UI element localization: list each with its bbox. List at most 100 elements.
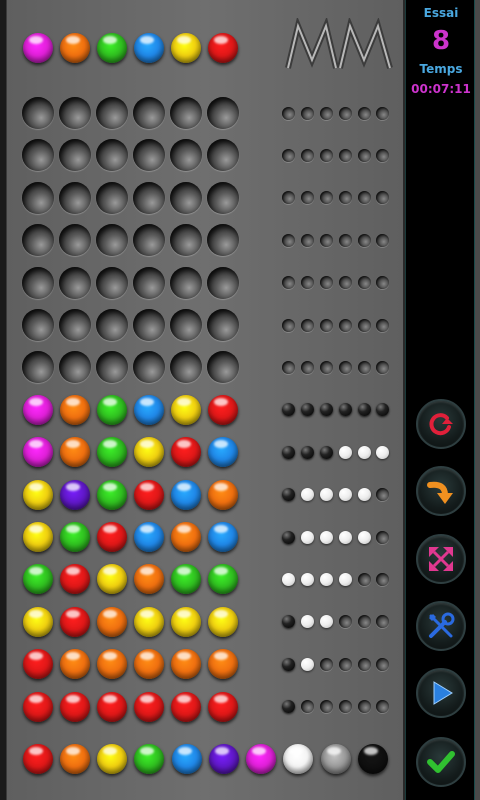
guess-peg[interactable] <box>60 649 90 680</box>
empty-peg-hole[interactable] <box>22 309 54 341</box>
guess-peg[interactable] <box>97 522 127 552</box>
guess-peg[interactable] <box>134 606 164 637</box>
palette-peg-purple[interactable] <box>209 744 239 774</box>
undo-button[interactable] <box>416 466 466 516</box>
secret-peg[interactable] <box>23 33 53 63</box>
guess-peg[interactable] <box>171 691 201 722</box>
play-button[interactable] <box>416 668 466 718</box>
empty-peg-hole[interactable] <box>133 309 165 341</box>
guess-peg[interactable] <box>60 479 90 510</box>
guess-peg[interactable] <box>134 522 164 552</box>
empty-peg-hole[interactable] <box>207 224 239 257</box>
guess-peg[interactable] <box>171 564 201 595</box>
empty-peg-hole[interactable] <box>207 309 239 341</box>
empty-peg-hole[interactable] <box>170 224 202 257</box>
guess-peg[interactable] <box>208 394 238 425</box>
empty-peg-hole[interactable] <box>59 97 91 129</box>
guess-peg[interactable] <box>171 606 201 637</box>
palette-peg-orange[interactable] <box>60 744 90 774</box>
secret-peg[interactable] <box>171 33 201 63</box>
guess-peg[interactable] <box>208 437 238 468</box>
empty-peg-hole[interactable] <box>170 181 202 214</box>
guess-peg[interactable] <box>208 522 238 552</box>
empty-peg-hole[interactable] <box>22 351 54 384</box>
validate-button[interactable] <box>416 737 466 787</box>
empty-peg-hole[interactable] <box>96 224 128 257</box>
empty-peg-hole[interactable] <box>133 224 165 257</box>
empty-peg-hole[interactable] <box>170 351 202 384</box>
guess-peg[interactable] <box>134 394 164 425</box>
empty-peg-hole[interactable] <box>207 139 239 172</box>
guess-peg[interactable] <box>208 479 238 510</box>
guess-peg[interactable] <box>208 691 238 722</box>
guess-peg[interactable] <box>60 606 90 637</box>
guess-peg[interactable] <box>97 394 127 425</box>
empty-peg-hole[interactable] <box>59 181 91 214</box>
empty-peg-hole[interactable] <box>22 97 54 129</box>
guess-peg[interactable] <box>97 606 127 637</box>
empty-peg-hole[interactable] <box>133 139 165 172</box>
empty-peg-hole[interactable] <box>59 351 91 384</box>
empty-peg-hole[interactable] <box>22 266 54 299</box>
guess-peg[interactable] <box>171 649 201 680</box>
palette-peg-black[interactable] <box>358 744 388 774</box>
guess-peg[interactable] <box>134 691 164 722</box>
palette-peg-red[interactable] <box>23 744 53 774</box>
guess-peg[interactable] <box>97 691 127 722</box>
palette-peg-white[interactable] <box>283 744 313 774</box>
empty-peg-hole[interactable] <box>96 97 128 129</box>
guess-peg[interactable] <box>134 479 164 510</box>
secret-peg[interactable] <box>134 33 164 63</box>
palette-peg-blue[interactable] <box>172 744 202 774</box>
guess-peg[interactable] <box>23 691 53 722</box>
guess-peg[interactable] <box>208 606 238 637</box>
empty-peg-hole[interactable] <box>96 139 128 172</box>
guess-peg[interactable] <box>208 564 238 595</box>
empty-peg-hole[interactable] <box>133 181 165 214</box>
palette-peg-gray[interactable] <box>321 744 351 774</box>
secret-peg[interactable] <box>208 33 238 63</box>
empty-peg-hole[interactable] <box>96 266 128 299</box>
empty-peg-hole[interactable] <box>59 309 91 341</box>
empty-peg-hole[interactable] <box>96 181 128 214</box>
guess-peg[interactable] <box>134 649 164 680</box>
guess-peg[interactable] <box>134 564 164 595</box>
guess-peg[interactable] <box>97 479 127 510</box>
palette-peg-green[interactable] <box>134 744 164 774</box>
empty-peg-hole[interactable] <box>170 266 202 299</box>
empty-peg-hole[interactable] <box>133 351 165 384</box>
empty-peg-hole[interactable] <box>207 97 239 129</box>
empty-peg-hole[interactable] <box>207 351 239 384</box>
empty-peg-hole[interactable] <box>22 139 54 172</box>
guess-peg[interactable] <box>97 649 127 680</box>
empty-peg-hole[interactable] <box>59 266 91 299</box>
empty-peg-hole[interactable] <box>170 139 202 172</box>
guess-peg[interactable] <box>23 522 53 552</box>
empty-peg-hole[interactable] <box>170 97 202 129</box>
empty-peg-hole[interactable] <box>22 224 54 257</box>
guess-peg[interactable] <box>23 479 53 510</box>
guess-peg[interactable] <box>97 564 127 595</box>
guess-peg[interactable] <box>171 479 201 510</box>
empty-peg-hole[interactable] <box>133 97 165 129</box>
guess-peg[interactable] <box>60 394 90 425</box>
guess-peg[interactable] <box>60 522 90 552</box>
guess-peg[interactable] <box>134 437 164 468</box>
empty-peg-hole[interactable] <box>133 266 165 299</box>
guess-peg[interactable] <box>171 437 201 468</box>
palette-peg-yellow[interactable] <box>97 744 127 774</box>
empty-peg-hole[interactable] <box>59 139 91 172</box>
settings-button[interactable] <box>416 601 466 651</box>
empty-peg-hole[interactable] <box>170 309 202 341</box>
guess-peg[interactable] <box>171 394 201 425</box>
guess-peg[interactable] <box>171 522 201 552</box>
guess-peg[interactable] <box>23 394 53 425</box>
guess-peg[interactable] <box>23 649 53 680</box>
empty-peg-hole[interactable] <box>96 351 128 384</box>
restart-button[interactable] <box>416 399 466 449</box>
empty-peg-hole[interactable] <box>96 309 128 341</box>
guess-peg[interactable] <box>23 564 53 595</box>
guess-peg[interactable] <box>23 606 53 637</box>
guess-peg[interactable] <box>97 437 127 468</box>
palette-peg-magenta[interactable] <box>246 744 276 774</box>
